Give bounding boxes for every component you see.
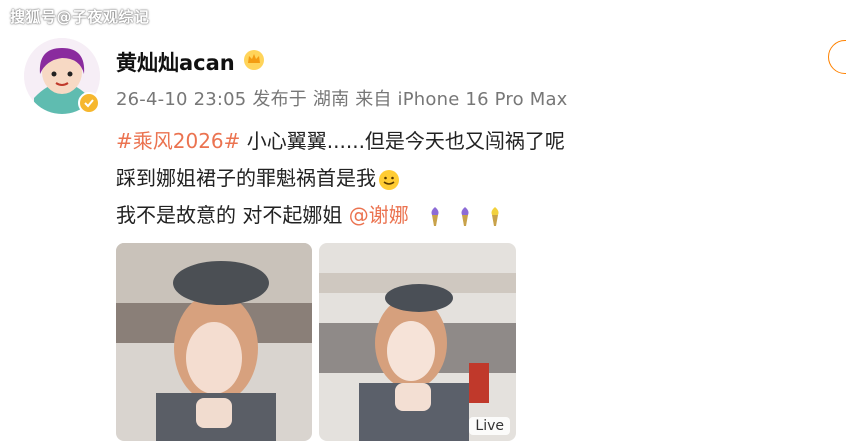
smile-emoji — [379, 169, 399, 190]
hashtag-link[interactable]: #乘风2026# — [116, 129, 240, 153]
line3-text: 我不是故意的 对不起娜姐 — [116, 203, 349, 227]
photo-image-2 — [319, 243, 516, 441]
torch-emoji — [491, 206, 499, 226]
username[interactable]: 黄灿灿acan — [116, 47, 235, 77]
post-meta: 26-4-10 23:05 发布于 湖南 来自 iPhone 16 Pro Ma… — [116, 89, 568, 110]
post-line-1: #乘风2026# 小心翼翼......但是今天也又闯祸了呢 — [116, 125, 565, 154]
torch-emoji — [461, 206, 469, 226]
follow-button[interactable] — [828, 40, 846, 74]
post-line-3: 我不是故意的 对不起娜姐 @谢娜 — [116, 199, 505, 228]
photo-image-1 — [116, 243, 312, 441]
crown-icon — [244, 50, 264, 70]
post-photo-1[interactable] — [116, 243, 312, 441]
post-photo-2[interactable]: Live — [319, 243, 516, 441]
mention-link[interactable]: @谢娜 — [349, 203, 409, 227]
line1-text: 小心翼翼......但是今天也又闯祸了呢 — [240, 129, 565, 153]
post-line-2: 踩到娜姐裙子的罪魁祸首是我 — [116, 162, 400, 191]
live-badge: Live — [469, 417, 510, 435]
line2-text: 踩到娜姐裙子的罪魁祸首是我 — [116, 166, 376, 190]
verified-icon — [78, 92, 100, 114]
torch-emoji — [431, 206, 439, 226]
watermark: 搜狐号@子夜观综记 — [10, 8, 150, 26]
